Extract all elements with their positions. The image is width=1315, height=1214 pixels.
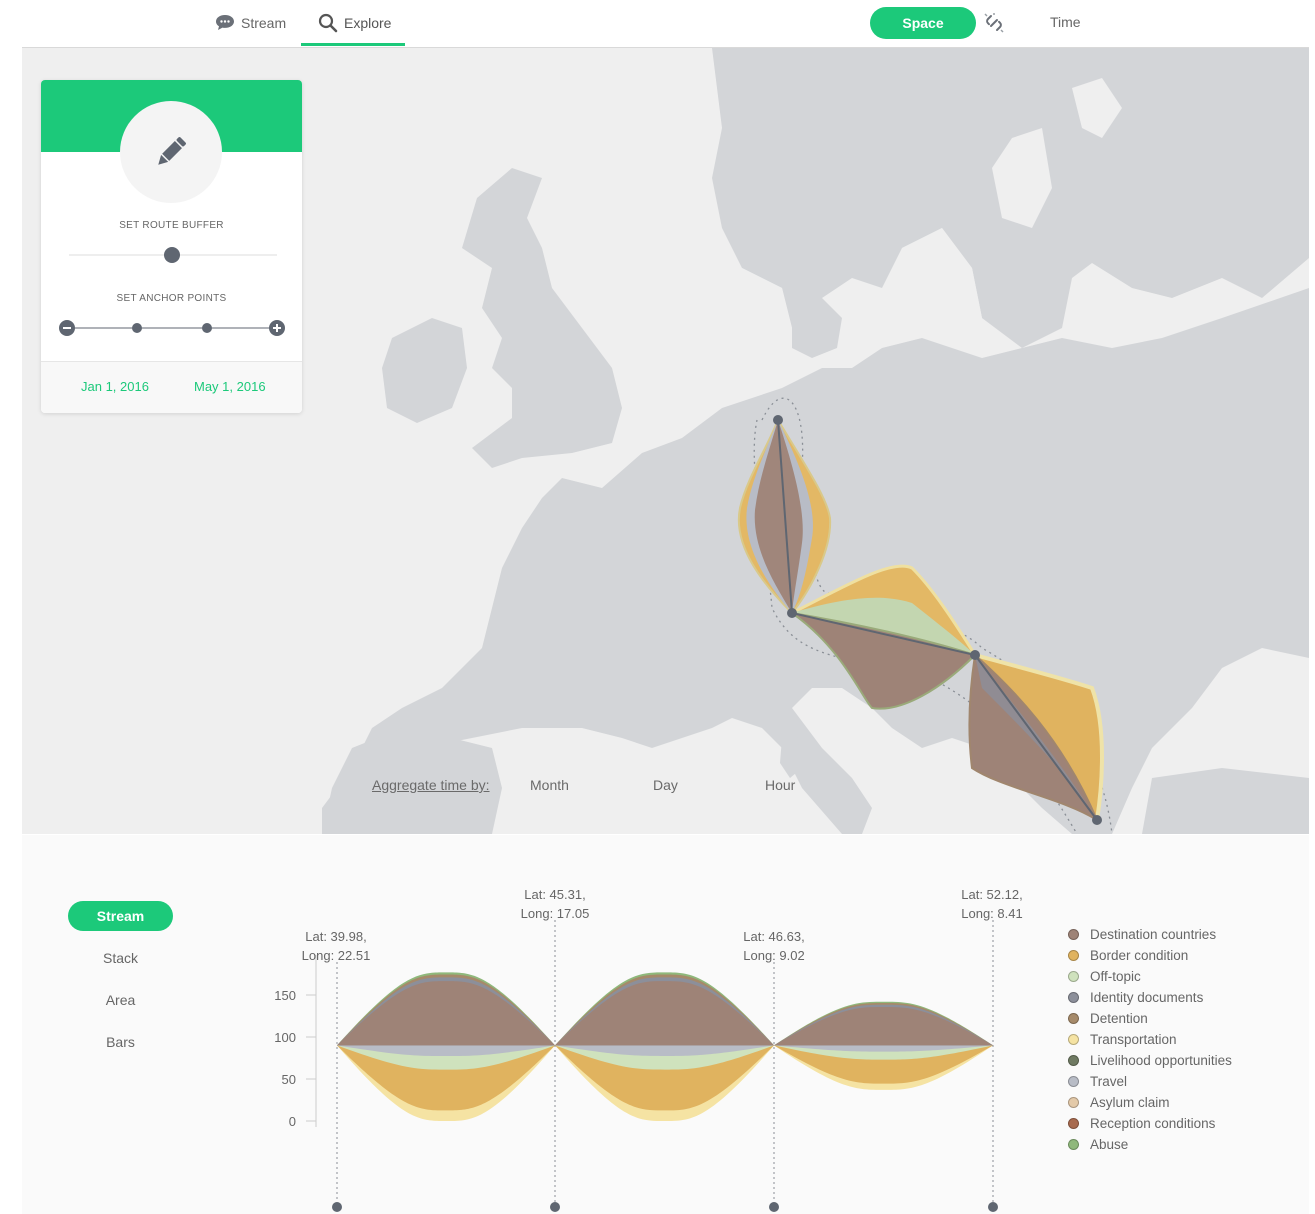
legend-item[interactable]: Identity documents (1068, 987, 1232, 1008)
anchor-handle[interactable] (332, 1202, 342, 1212)
legend-label: Asylum claim (1090, 1095, 1170, 1110)
y-tick-label: 100 (274, 1030, 296, 1045)
y-tick-label: 0 (289, 1114, 296, 1129)
y-tick-label: 50 (282, 1072, 296, 1087)
legend-swatch (1068, 1118, 1079, 1129)
legend-label: Transportation (1090, 1032, 1177, 1047)
legend-swatch (1068, 1013, 1079, 1024)
legend-item[interactable]: Asylum claim (1068, 1092, 1232, 1113)
anchor-handle[interactable] (988, 1202, 998, 1212)
y-tick-label: 150 (274, 988, 296, 1003)
legend-swatch (1068, 971, 1079, 982)
legend-label: Border condition (1090, 948, 1189, 963)
legend-item[interactable]: Transportation (1068, 1029, 1232, 1050)
legend-label: Detention (1090, 1011, 1148, 1026)
legend-swatch (1068, 1055, 1079, 1066)
legend-swatch (1068, 1034, 1079, 1045)
legend-item[interactable]: Off-topic (1068, 966, 1232, 987)
legend-item[interactable]: Abuse (1068, 1134, 1232, 1155)
legend-swatch (1068, 1097, 1079, 1108)
legend-swatch (1068, 1139, 1079, 1150)
legend-label: Destination countries (1090, 927, 1217, 942)
legend-label: Livelihood opportunities (1090, 1053, 1232, 1068)
anchor-handle[interactable] (550, 1202, 560, 1212)
legend-label: Travel (1090, 1074, 1128, 1089)
legend-item[interactable]: Travel (1068, 1071, 1232, 1092)
legend-item[interactable]: Detention (1068, 1008, 1232, 1029)
legend-item[interactable]: Destination countries (1068, 924, 1232, 945)
legend-label: Identity documents (1090, 990, 1204, 1005)
legend-item[interactable]: Border condition (1068, 945, 1232, 966)
legend-swatch (1068, 950, 1079, 961)
legend-label: Abuse (1090, 1137, 1129, 1152)
legend-item[interactable]: Reception conditions (1068, 1113, 1232, 1134)
legend-swatch (1068, 1076, 1079, 1087)
legend-item[interactable]: Livelihood opportunities (1068, 1050, 1232, 1071)
chart-legend: Destination countries Border condition Off… (1068, 924, 1232, 1155)
legend-label: Off-topic (1090, 969, 1141, 984)
legend-swatch (1068, 992, 1079, 1003)
anchor-handle[interactable] (769, 1202, 779, 1212)
legend-label: Reception conditions (1090, 1116, 1216, 1131)
legend-swatch (1068, 929, 1079, 940)
